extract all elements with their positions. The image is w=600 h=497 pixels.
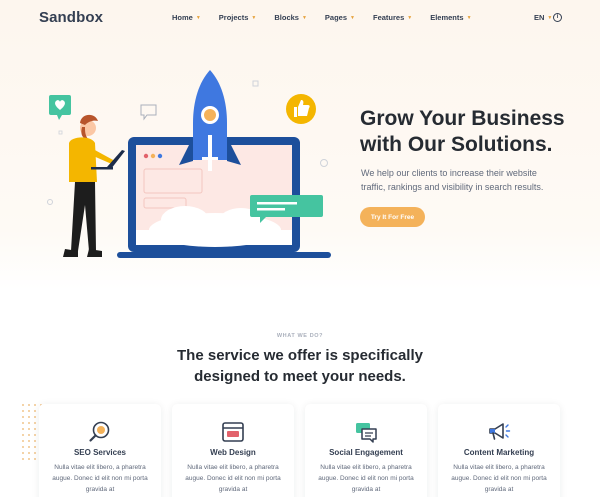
cloud (161, 206, 209, 234)
card-text: Nulla vitae elit libero, a pharetra augu… (451, 464, 547, 493)
social-chat-icon (356, 423, 377, 443)
hero-illustration (47, 70, 331, 258)
person-shoe (87, 249, 102, 257)
nav-item-pages[interactable]: Pages ▼ (325, 13, 355, 22)
deco-square (252, 80, 259, 87)
service-card-social[interactable]: Social Engagement Nulla vitae elit liber… (305, 404, 427, 497)
chevron-down-icon: ▼ (251, 14, 257, 21)
navbar: Sandbox Home ▼ Projects ▼ Blocks ▼ Pages ▼ F… (0, 0, 600, 36)
chat-outline-icon (140, 104, 157, 121)
hero-title: Grow Your Business with Our Solutions. (360, 106, 580, 158)
card-text: Nulla vitae elit libero, a pharetra augu… (318, 464, 414, 493)
rocket-fin-center (208, 135, 212, 171)
services-title: The service we offer is specifically des… (177, 347, 423, 385)
service-card-web-design[interactable]: Web Design Nulla vitae elit libero, a ph… (172, 404, 294, 497)
chevron-down-icon: ▼ (301, 14, 307, 21)
chevron-down-icon: ▼ (407, 14, 413, 21)
window-dot (157, 153, 163, 159)
hero-title-line1: Grow Your Business (360, 107, 565, 130)
try-it-for-free-button[interactable]: Try It For Free (360, 207, 425, 227)
deco-circle (47, 199, 53, 205)
info-icon[interactable]: i (553, 13, 562, 22)
web-design-browser-icon (222, 422, 244, 442)
language-selector[interactable]: EN ▼ (534, 13, 552, 22)
card-title: Web Design (210, 448, 256, 457)
laptop-base (117, 252, 331, 258)
chevron-down-icon: ▼ (195, 14, 201, 21)
card-title: Content Marketing (463, 448, 535, 457)
card-text: Nulla vitae elit libero, a pharetra augu… (185, 464, 281, 493)
main-nav: Home ▼ Projects ▼ Blocks ▼ Pages ▼ Features ▼… (172, 13, 490, 22)
card-title: Social Engagement (329, 448, 403, 457)
nav-item-features[interactable]: Features ▼ (373, 13, 412, 22)
card-text: Nulla vitae elit libero, a pharetra augu… (52, 464, 148, 493)
service-card-content-marketing[interactable]: Content Marketing Nulla vitae elit liber… (438, 404, 560, 497)
person-legs (71, 182, 96, 251)
section-eyebrow: WHAT WE DO? (276, 333, 324, 339)
nav-item-blocks[interactable]: Blocks ▼ (274, 13, 307, 22)
chat-bubble (250, 195, 323, 217)
nav-item-projects[interactable]: Projects ▼ (219, 13, 257, 22)
hero-lead: We help our clients to increase their we… (361, 168, 544, 192)
service-card-seo[interactable]: SEO Services Nulla vitae elit libero, a … (39, 404, 161, 497)
card-title: SEO Services (73, 448, 127, 457)
deco-square (58, 130, 63, 135)
hero-title-line2: with Our Solutions. (360, 133, 553, 156)
chevron-down-icon: ▼ (547, 14, 553, 21)
nav-item-elements[interactable]: Elements ▼ (430, 13, 471, 22)
megaphone-icon (489, 423, 511, 440)
deco-circle (320, 159, 328, 167)
person-torso (69, 137, 97, 182)
services-cards: SEO Services Nulla vitae elit libero, a … (39, 404, 560, 497)
brand-logo[interactable]: Sandbox (39, 9, 103, 26)
seo-magnifier-icon (89, 421, 110, 442)
nav-item-home[interactable]: Home ▼ (172, 13, 201, 22)
chevron-down-icon: ▼ (350, 14, 355, 21)
chevron-down-icon: ▼ (466, 14, 472, 21)
window-dot (143, 153, 149, 159)
window-dot (150, 153, 156, 159)
